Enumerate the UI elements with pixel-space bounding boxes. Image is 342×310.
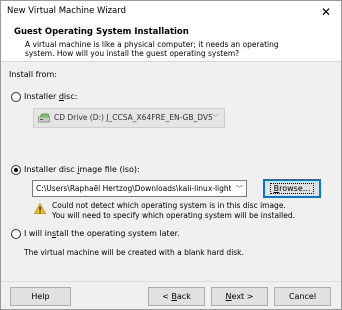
page-title: Guest Operating System Installation	[14, 27, 189, 37]
help-button-label: Help	[31, 292, 50, 301]
installer-iso-label[interactable]: Installer disc image file (iso):	[24, 165, 140, 174]
chevron-down-icon[interactable]: ﹀	[236, 184, 243, 194]
installer-iso-radio[interactable]	[11, 165, 21, 175]
install-later-radio[interactable]	[11, 229, 21, 239]
cd-drive-icon	[38, 113, 50, 123]
install-later-note: The virtual machine will be created with…	[24, 248, 244, 257]
description-line-2: system. How will you install the guest o…	[25, 49, 240, 58]
next-button[interactable]: Next >	[211, 287, 268, 306]
warning-line-2: You will need to specify which operating…	[52, 211, 295, 220]
wizard-footer: Help < Back Next > Cancel	[1, 281, 341, 309]
back-button-label: < Back	[162, 292, 191, 301]
iso-path-input[interactable]: C:\Users\Raphaël Hertzog\Downloads\kali-…	[36, 184, 231, 193]
title-bar: New Virtual Machine Wizard ✕	[1, 1, 341, 23]
wizard-header: Guest Operating System Installation A vi…	[1, 23, 341, 62]
help-button[interactable]: Help	[10, 287, 71, 306]
window-title: New Virtual Machine Wizard	[7, 6, 126, 16]
back-button[interactable]: < Back	[148, 287, 205, 306]
install-later-label[interactable]: I will install the operating system late…	[24, 229, 180, 238]
description-line-1: A virtual machine is like a physical com…	[25, 40, 279, 49]
wizard-window: New Virtual Machine Wizard ✕ Guest Opera…	[0, 0, 342, 310]
cancel-button[interactable]: Cancel	[274, 287, 331, 306]
wizard-content: Install from: Installer disc: CD Drive (…	[1, 63, 341, 281]
disc-drive-value: CD Drive (D:) J_CCSA_X64FRE_EN-GB_DV5	[54, 113, 213, 122]
installer-disc-label[interactable]: Installer disc:	[24, 92, 77, 101]
installer-disc-radio[interactable]	[11, 92, 21, 102]
chevron-down-icon: ﹀	[212, 114, 219, 122]
cancel-button-label: Cancel	[288, 292, 317, 301]
close-icon[interactable]: ✕	[315, 2, 337, 22]
disc-drive-dropdown: CD Drive (D:) J_CCSA_X64FRE_EN-GB_DV5 ﹀	[33, 108, 225, 128]
warning-line-1: Could not detect which operating system …	[52, 201, 286, 210]
warning-icon	[34, 203, 46, 214]
install-from-label: Install from:	[9, 70, 57, 79]
next-button-label: Next >	[225, 292, 254, 301]
browse-button[interactable]: Browse...	[263, 179, 321, 198]
iso-path-combobox[interactable]: C:\Users\Raphaël Hertzog\Downloads\kali-…	[32, 180, 247, 197]
page-description: A virtual machine is like a physical com…	[25, 40, 325, 58]
browse-button-label: Browse...	[269, 183, 315, 194]
warning-message: Could not detect which operating system …	[52, 201, 295, 221]
